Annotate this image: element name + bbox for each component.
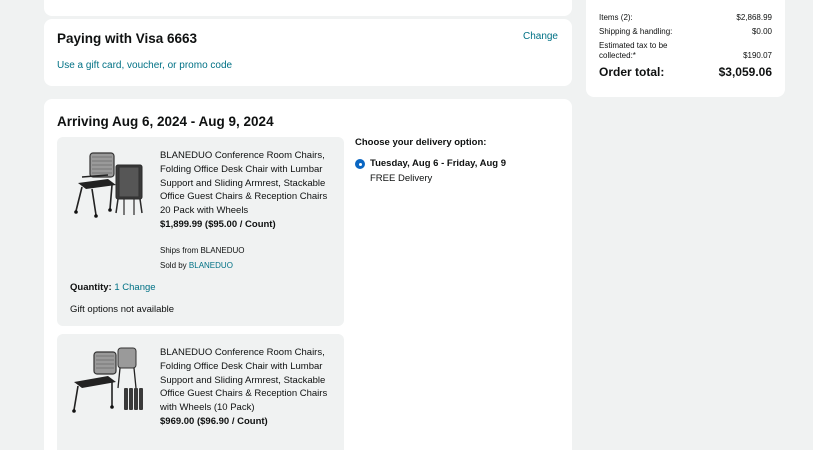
delivery-radio-button[interactable] — [355, 159, 365, 169]
product-title[interactable]: BLANEDUO Conference Room Chairs, Folding… — [160, 347, 327, 413]
shipping-label: Shipping & handling: — [599, 27, 673, 36]
order-summary: Items (2): $2,868.99 Shipping & handling… — [586, 0, 785, 97]
items-value: $2,868.99 — [736, 13, 772, 22]
cart-item: BLANEDUO Conference Room Chairs, Folding… — [57, 334, 344, 450]
gift-card-link[interactable]: Use a gift card, voucher, or promo code — [57, 60, 232, 71]
ships-from: Ships from BLANEDUO — [160, 246, 245, 255]
delivery-date-range: Tuesday, Aug 6 - Friday, Aug 9 — [370, 158, 507, 169]
order-total-label: Order total: — [599, 65, 665, 79]
items-label: Items (2): — [599, 13, 633, 22]
delivery-option-heading: Choose your delivery option: — [355, 137, 487, 148]
payment-change-link[interactable]: Change — [523, 31, 558, 42]
quantity-change-link[interactable]: Change — [122, 282, 155, 293]
product-image-chairs[interactable] — [68, 344, 150, 416]
quantity-label: Quantity: — [70, 282, 112, 293]
sold-by-label: Sold by — [160, 261, 189, 270]
payment-title: Paying with Visa 6663 — [57, 31, 198, 46]
payment-card: Paying with Visa 6663 Change Use a gift … — [44, 19, 572, 86]
shipment-card: Arriving Aug 6, 2024 - Aug 9, 2024 BLANE… — [44, 99, 572, 450]
previous-section-card — [44, 0, 572, 16]
order-total-value: $3,059.06 — [718, 65, 772, 79]
delivery-fee: FREE Delivery — [370, 173, 433, 184]
quantity-row: Quantity: 1 Change — [70, 282, 156, 293]
product-price: $969.00 ($96.90 / Count) — [160, 415, 268, 427]
sold-by: Sold by BLANEDUO — [160, 261, 233, 270]
cart-item: BLANEDUO Conference Room Chairs, Folding… — [57, 137, 344, 326]
tax-value: $190.07 — [743, 51, 772, 60]
gift-options-text: Gift options not available — [70, 304, 175, 315]
product-title[interactable]: BLANEDUO Conference Room Chairs, Folding… — [160, 150, 327, 216]
product-title-block: BLANEDUO Conference Room Chairs, Folding… — [160, 149, 340, 232]
seller-link[interactable]: BLANEDUO — [189, 261, 233, 270]
product-price: $1,899.99 ($95.00 / Count) — [160, 218, 276, 230]
quantity-value[interactable]: 1 — [114, 282, 119, 293]
shipping-value: $0.00 — [751, 27, 772, 36]
product-title-block: BLANEDUO Conference Room Chairs, Folding… — [160, 346, 340, 429]
product-image-chairs[interactable] — [68, 147, 150, 219]
tax-label: Estimated tax to be collected:* — [599, 41, 668, 60]
arrival-date-heading: Arriving Aug 6, 2024 - Aug 9, 2024 — [57, 114, 274, 129]
